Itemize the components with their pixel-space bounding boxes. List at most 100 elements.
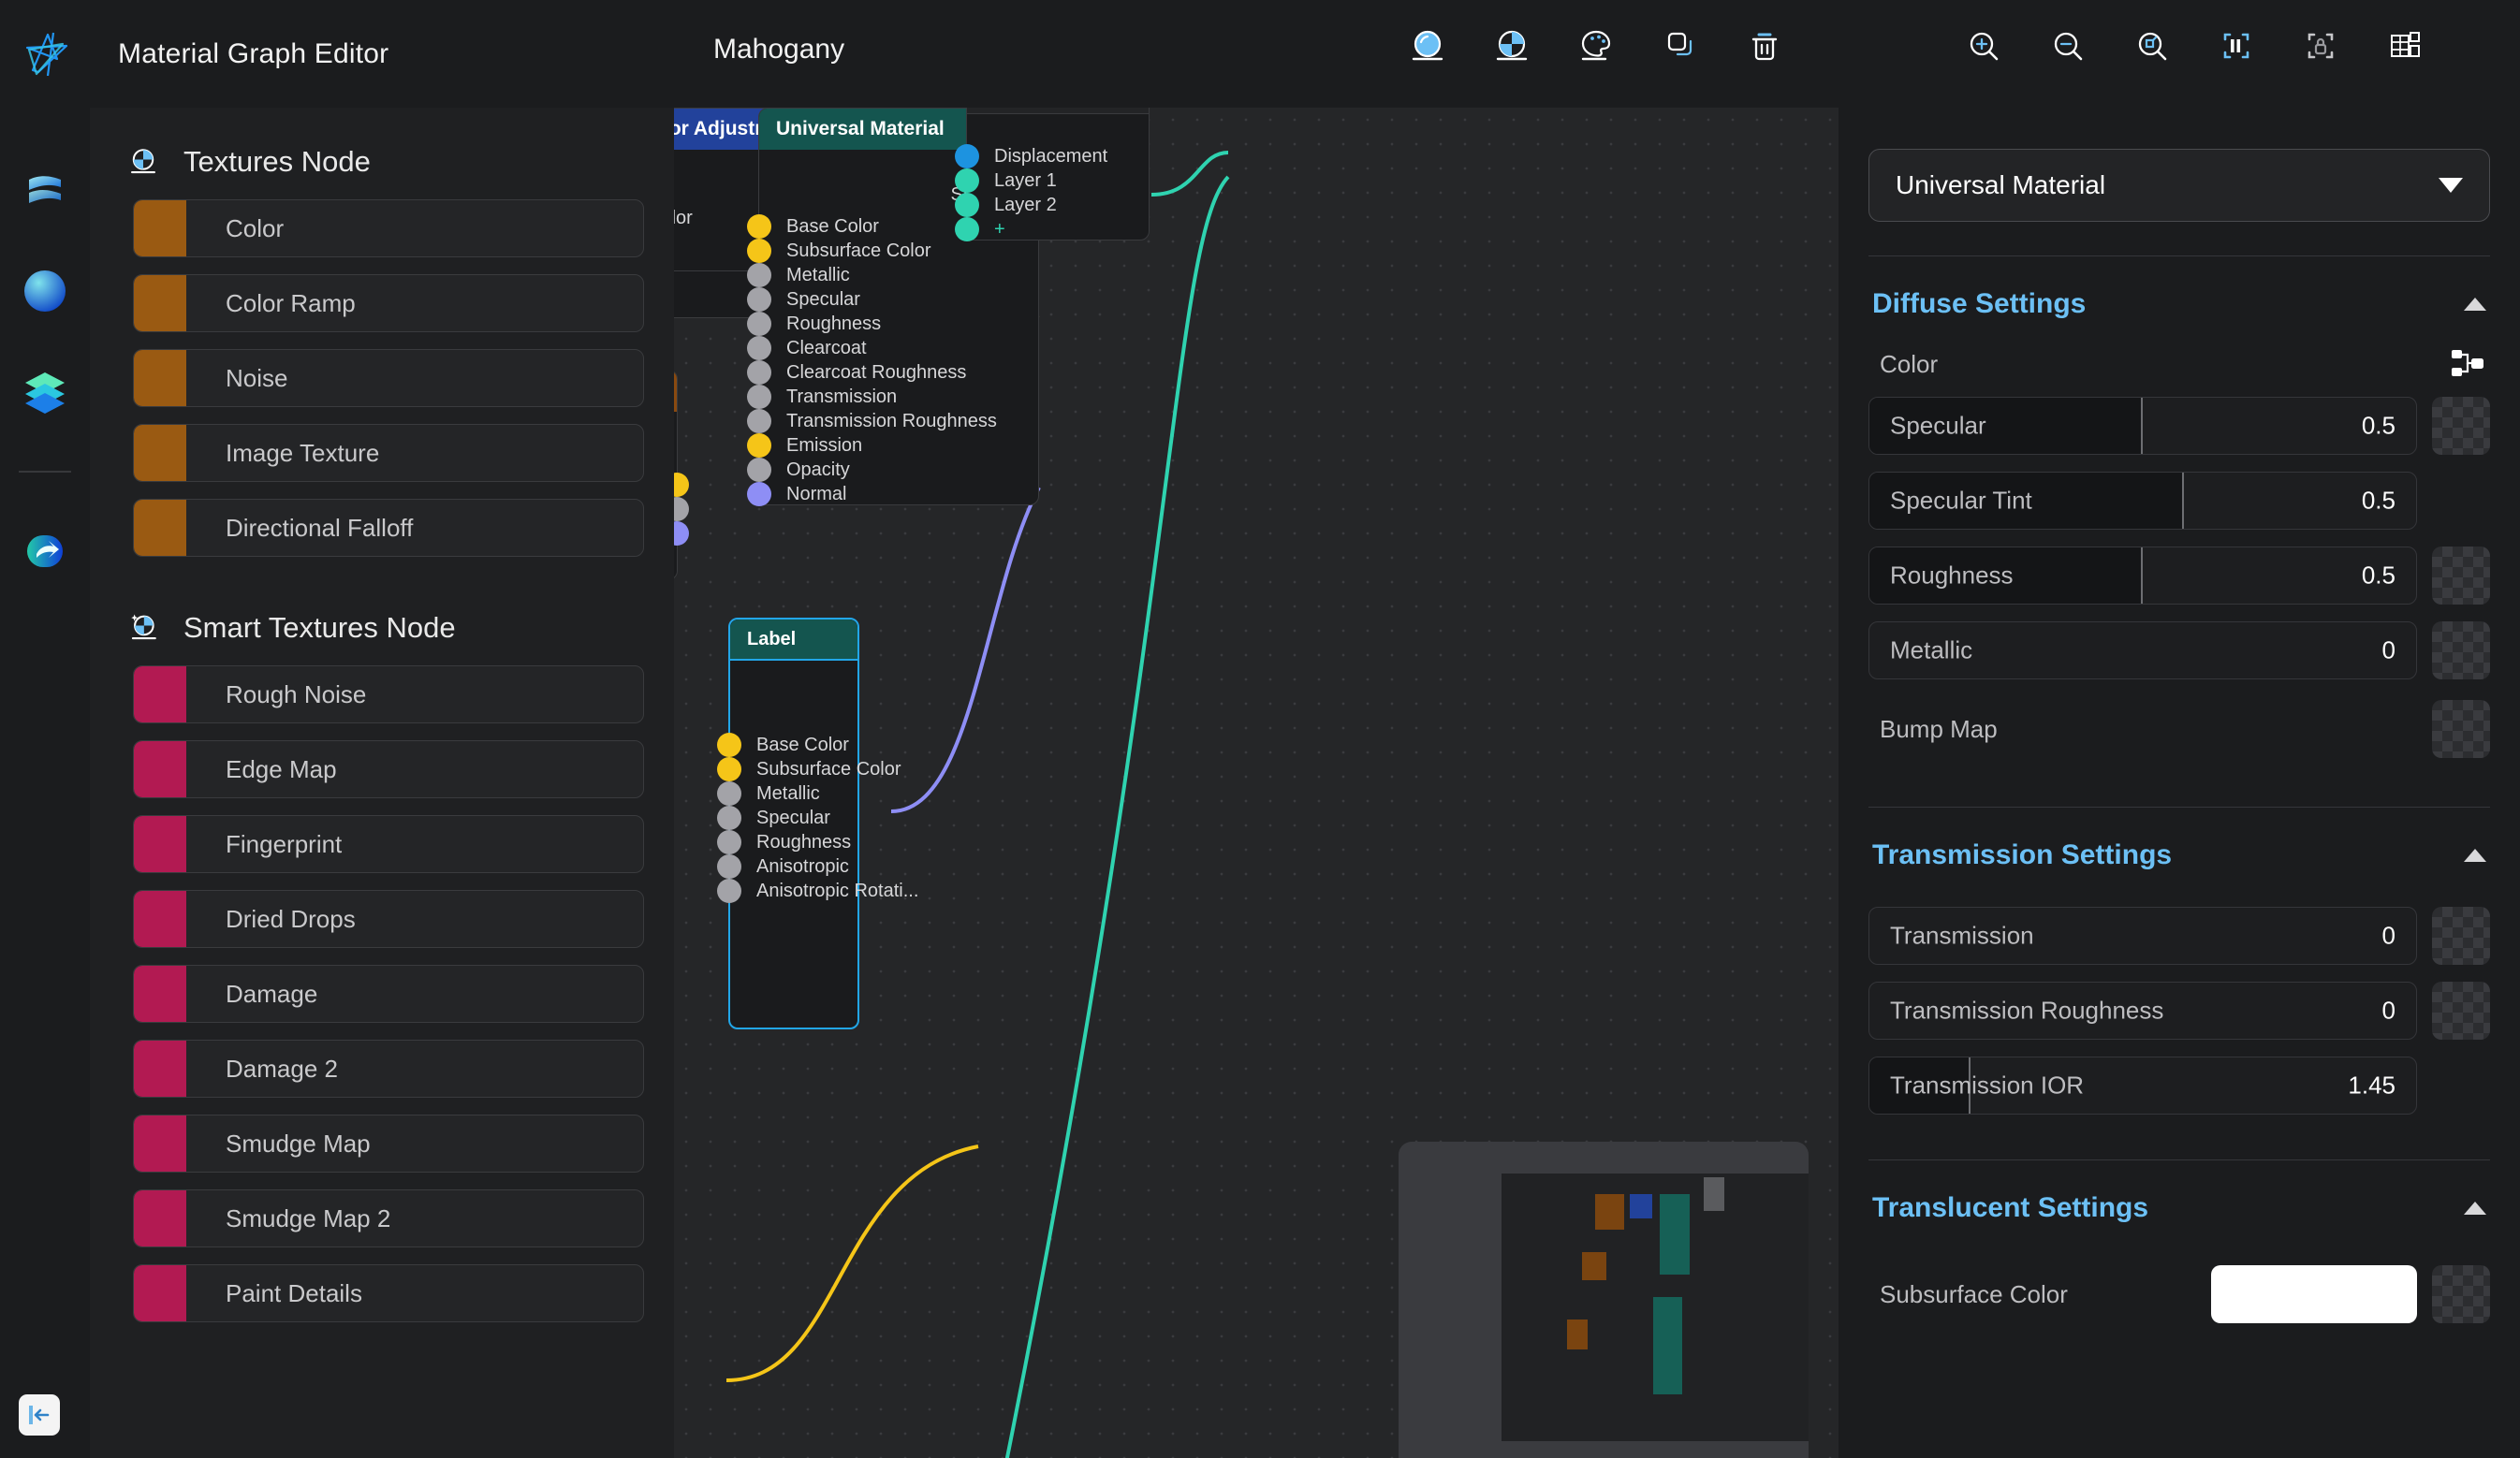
node-port-color-out[interactable]: Color bbox=[674, 473, 689, 497]
node-port-clearcoat-roughness-in[interactable]: Clearcoat Roughness bbox=[747, 360, 966, 385]
property-row-specular-tint[interactable]: Specular Tint 0.5 bbox=[1868, 472, 2490, 530]
node-chip-rough-noise[interactable]: Rough Noise bbox=[133, 665, 644, 723]
port-dot[interactable] bbox=[747, 239, 771, 263]
port-dot[interactable] bbox=[674, 521, 689, 546]
collapse-panel-button[interactable] bbox=[19, 1394, 60, 1436]
section-header-textures-node[interactable]: Textures Node bbox=[90, 108, 674, 179]
zoom-out-icon[interactable] bbox=[2043, 21, 2093, 71]
specular-slider[interactable]: Specular 0.5 bbox=[1868, 397, 2417, 455]
property-row-color[interactable]: Color bbox=[1868, 320, 2490, 380]
node-port-transmission-roughness-in[interactable]: Transmission Roughness bbox=[747, 409, 997, 433]
port-dot[interactable] bbox=[955, 217, 979, 241]
node-port-specular-in[interactable]: Specular bbox=[717, 806, 830, 830]
node-port-anisotropic-rotation-in[interactable]: Anisotropic Rotati... bbox=[717, 879, 918, 903]
grid-layout-icon[interactable] bbox=[2380, 21, 2430, 71]
node-port-layer-2-in[interactable]: Layer 2 bbox=[955, 193, 1057, 217]
port-dot[interactable] bbox=[717, 830, 741, 854]
node-port-base-color-in[interactable]: Base Color bbox=[747, 214, 879, 239]
port-dot[interactable] bbox=[717, 879, 741, 903]
rail-item-brush[interactable] bbox=[17, 162, 73, 218]
zoom-fit-icon[interactable] bbox=[2127, 21, 2177, 71]
port-dot[interactable] bbox=[747, 458, 771, 482]
material-pie-icon[interactable] bbox=[1487, 21, 1537, 71]
transmission-roughness-slider[interactable]: Transmission Roughness 0 bbox=[1868, 982, 2417, 1040]
property-row-bump-map[interactable]: Bump Map bbox=[1868, 700, 2490, 758]
graph-minimap[interactable] bbox=[1399, 1142, 1809, 1458]
node-port-normal-in[interactable]: Normal bbox=[747, 482, 846, 506]
material-type-dropdown[interactable]: Universal Material bbox=[1868, 149, 2490, 222]
texture-slot-bump-map[interactable] bbox=[2432, 700, 2490, 758]
section-header-transmission-settings[interactable]: Transmission Settings bbox=[1868, 808, 2490, 871]
node-chip-edge-map[interactable]: Edge Map bbox=[133, 740, 644, 798]
node-port-specular-in[interactable]: Specular bbox=[747, 287, 860, 312]
node-chip-paint-details[interactable]: Paint Details bbox=[133, 1264, 644, 1322]
node-chip-damage[interactable]: Damage bbox=[133, 965, 644, 1023]
lock-frame-icon[interactable] bbox=[2295, 21, 2346, 71]
rail-item-sphere[interactable] bbox=[17, 263, 73, 319]
subsurface-color-swatch[interactable] bbox=[2211, 1265, 2417, 1323]
property-row-transmission-ior[interactable]: Transmission IOR 1.45 bbox=[1868, 1057, 2490, 1115]
roughness-slider[interactable]: Roughness 0.5 bbox=[1868, 547, 2417, 605]
node-port-emission-in[interactable]: Emission bbox=[747, 433, 862, 458]
property-row-roughness[interactable]: Roughness 0.5 bbox=[1868, 547, 2490, 605]
node-chip-fingerprint[interactable]: Fingerprint bbox=[133, 815, 644, 873]
port-dot[interactable] bbox=[747, 482, 771, 506]
section-header-diffuse-settings[interactable]: Diffuse Settings bbox=[1868, 256, 2490, 320]
port-dot[interactable] bbox=[747, 312, 771, 336]
palette-icon[interactable] bbox=[1571, 21, 1621, 71]
rail-item-export[interactable] bbox=[17, 523, 73, 579]
texture-slot-specular[interactable] bbox=[2432, 397, 2490, 455]
node-port-metallic-in[interactable]: Metallic bbox=[747, 263, 850, 287]
port-dot[interactable] bbox=[955, 193, 979, 217]
texture-slot-transmission-roughness[interactable] bbox=[2432, 982, 2490, 1040]
node-port-transmission-in[interactable]: Transmission bbox=[747, 385, 897, 409]
port-dot[interactable] bbox=[747, 263, 771, 287]
section-header-smart-textures-node[interactable]: Smart Textures Node bbox=[90, 557, 674, 645]
node-link-icon[interactable] bbox=[2451, 348, 2486, 380]
specular-tint-slider[interactable]: Specular Tint 0.5 bbox=[1868, 472, 2417, 530]
node-port-anisotropic-in[interactable]: Anisotropic bbox=[717, 854, 849, 879]
trash-icon[interactable] bbox=[1739, 21, 1790, 71]
graph-node-material-output[interactable]: Material Output Displacement Layer 1 Lay… bbox=[955, 108, 1150, 241]
node-chip-damage-2[interactable]: Damage 2 bbox=[133, 1040, 644, 1098]
node-port-normal-out[interactable]: Normal bbox=[674, 521, 689, 546]
texture-slot-subsurface-color[interactable] bbox=[2432, 1265, 2490, 1323]
node-port-alpha-out[interactable]: Alpha bbox=[674, 497, 689, 521]
property-row-metallic[interactable]: Metallic 0 bbox=[1868, 621, 2490, 679]
node-port-base-color-in[interactable]: Base Color bbox=[717, 733, 849, 757]
node-chip-color[interactable]: Color bbox=[133, 199, 644, 257]
material-preview-sphere-icon[interactable] bbox=[1402, 21, 1453, 71]
node-chip-dried-drops[interactable]: Dried Drops bbox=[133, 890, 644, 948]
node-port-roughness-in[interactable]: Roughness bbox=[717, 830, 851, 854]
property-row-subsurface-color[interactable]: Subsurface Color bbox=[1868, 1265, 2490, 1323]
property-row-transmission[interactable]: Transmission 0 bbox=[1868, 907, 2490, 965]
port-dot[interactable] bbox=[747, 214, 771, 239]
node-chip-image-texture[interactable]: Image Texture bbox=[133, 424, 644, 482]
node-port-subsurface-color-in[interactable]: Subsurface Color bbox=[747, 239, 931, 263]
port-dot[interactable] bbox=[717, 781, 741, 806]
transmission-ior-slider[interactable]: Transmission IOR 1.45 bbox=[1868, 1057, 2417, 1115]
texture-slot-roughness[interactable] bbox=[2432, 547, 2490, 605]
align-nodes-icon[interactable] bbox=[2211, 21, 2262, 71]
property-row-transmission-roughness[interactable]: Transmission Roughness 0 bbox=[1868, 982, 2490, 1040]
port-dot[interactable] bbox=[747, 336, 771, 360]
node-chip-directional-falloff[interactable]: Directional Falloff bbox=[133, 499, 644, 557]
texture-slot-metallic[interactable] bbox=[2432, 621, 2490, 679]
node-port-add-layer[interactable]: + bbox=[955, 217, 1005, 241]
node-chip-smudge-map[interactable]: Smudge Map bbox=[133, 1115, 644, 1173]
transmission-slider[interactable]: Transmission 0 bbox=[1868, 907, 2417, 965]
port-dot[interactable] bbox=[955, 168, 979, 193]
metallic-slider[interactable]: Metallic 0 bbox=[1868, 621, 2417, 679]
texture-slot-transmission[interactable] bbox=[2432, 907, 2490, 965]
port-dot[interactable] bbox=[717, 806, 741, 830]
port-dot[interactable] bbox=[747, 433, 771, 458]
graph-node-label[interactable]: Label Base Color Subsurface Color Metall… bbox=[717, 618, 918, 1029]
node-port-metallic-in[interactable]: Metallic bbox=[717, 781, 820, 806]
zoom-in-icon[interactable] bbox=[1958, 21, 2009, 71]
port-dot[interactable] bbox=[674, 473, 689, 497]
port-dot[interactable] bbox=[717, 757, 741, 781]
node-chip-color-ramp[interactable]: Color Ramp bbox=[133, 274, 644, 332]
port-dot[interactable] bbox=[747, 360, 771, 385]
port-dot[interactable] bbox=[674, 497, 689, 521]
node-port-clearcoat-in[interactable]: Clearcoat bbox=[747, 336, 867, 360]
